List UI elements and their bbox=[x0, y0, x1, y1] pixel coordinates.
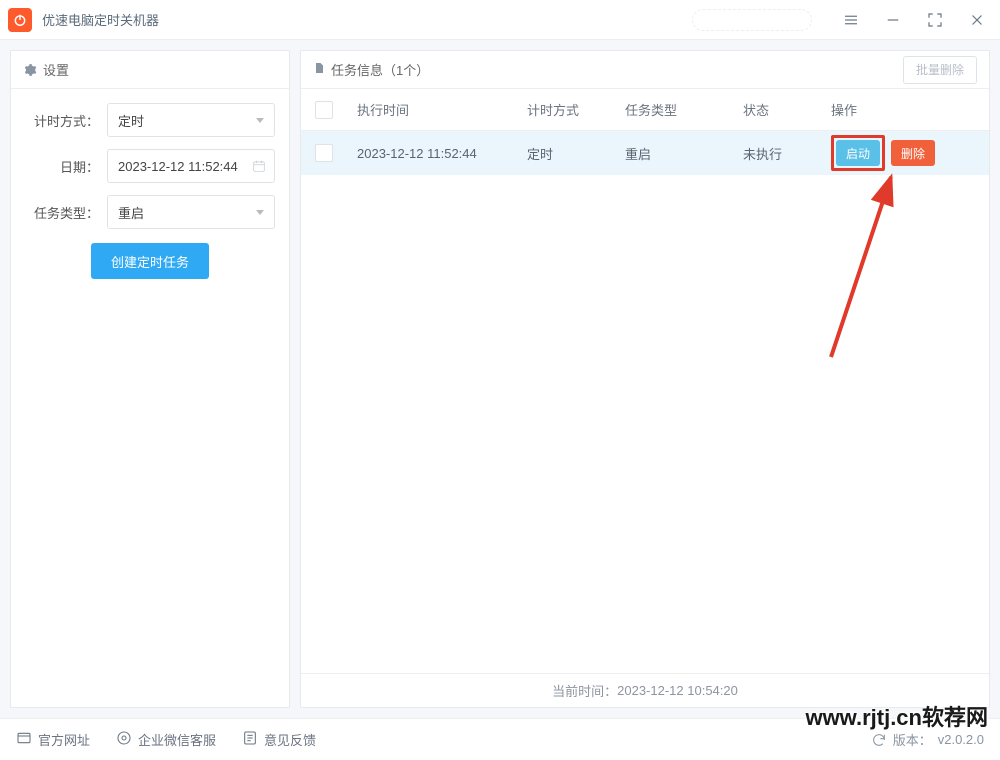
menu-icon[interactable] bbox=[842, 11, 860, 29]
refresh-icon bbox=[871, 732, 887, 748]
delete-button[interactable]: 删除 bbox=[891, 140, 935, 166]
titlebar: 优速电脑定时关机器 bbox=[0, 0, 1000, 40]
close-icon[interactable] bbox=[968, 11, 986, 29]
date-value: 2023-12-12 11:52:44 bbox=[118, 159, 238, 174]
method-label: 计时方式： bbox=[25, 111, 99, 130]
row-checkbox[interactable] bbox=[315, 144, 333, 162]
type-label: 任务类型： bbox=[25, 203, 99, 222]
main-area: 设置 计时方式： 定时 日期： 2023-12-12 11:52:44 bbox=[0, 40, 1000, 718]
version-value: v2.0.2.0 bbox=[938, 732, 984, 747]
globe-icon bbox=[16, 730, 32, 749]
type-select[interactable]: 重启 bbox=[107, 195, 275, 229]
settings-form: 计时方式： 定时 日期： 2023-12-12 11:52:44 任务 bbox=[11, 89, 289, 289]
titlebar-decor bbox=[572, 9, 672, 31]
current-time-label: 当前时间： bbox=[552, 681, 617, 700]
settings-panel: 设置 计时方式： 定时 日期： 2023-12-12 11:52:44 bbox=[10, 50, 290, 708]
calendar-icon bbox=[252, 159, 266, 173]
batch-delete-button[interactable]: 批量删除 bbox=[903, 56, 977, 84]
row-status: 未执行 bbox=[743, 144, 831, 163]
method-select[interactable]: 定时 bbox=[107, 103, 275, 137]
method-value: 定时 bbox=[118, 111, 144, 130]
table-body: 2023-12-12 11:52:44 定时 重启 未执行 启动 删除 bbox=[301, 131, 989, 673]
table-row: 2023-12-12 11:52:44 定时 重启 未执行 启动 删除 bbox=[301, 131, 989, 175]
col-status: 状态 bbox=[743, 100, 831, 119]
app-window: 优速电脑定时关机器 设置 计时方式： 定时 bbox=[0, 0, 1000, 760]
annotation-highlight: 启动 bbox=[831, 135, 885, 171]
official-site-link[interactable]: 官方网址 bbox=[16, 730, 90, 749]
gear-icon bbox=[23, 63, 37, 77]
titlebar-decor2 bbox=[692, 9, 812, 31]
create-task-button[interactable]: 创建定时任务 bbox=[91, 243, 209, 279]
document-icon bbox=[313, 61, 325, 78]
date-input[interactable]: 2023-12-12 11:52:44 bbox=[107, 149, 275, 183]
wechat-support-label: 企业微信客服 bbox=[138, 730, 216, 749]
feedback-label: 意见反馈 bbox=[264, 730, 316, 749]
current-time-value: 2023-12-12 10:54:20 bbox=[617, 683, 738, 698]
col-time: 执行时间 bbox=[357, 100, 527, 119]
table-header: 执行时间 计时方式 任务类型 状态 操作 bbox=[301, 89, 989, 131]
annotation-arrow-icon bbox=[821, 167, 921, 370]
row-type: 重启 bbox=[625, 144, 743, 163]
task-panel: 任务信息（1个） 批量删除 执行时间 计时方式 任务类型 状态 操作 2023-… bbox=[300, 50, 990, 708]
row-method: 定时 bbox=[527, 144, 625, 163]
type-value: 重启 bbox=[118, 203, 144, 222]
task-panel-header: 任务信息（1个） 批量删除 bbox=[301, 51, 989, 89]
fullscreen-icon[interactable] bbox=[926, 11, 944, 29]
col-type: 任务类型 bbox=[625, 100, 743, 119]
current-time-bar: 当前时间： 2023-12-12 10:54:20 bbox=[301, 673, 989, 707]
wechat-support-link[interactable]: 企业微信客服 bbox=[116, 730, 216, 749]
version-label: 版本： bbox=[893, 730, 932, 749]
col-method: 计时方式 bbox=[527, 100, 625, 119]
date-label: 日期： bbox=[25, 157, 99, 176]
app-title: 优速电脑定时关机器 bbox=[42, 10, 159, 29]
app-logo-icon bbox=[8, 8, 32, 32]
version-info: 版本： v2.0.2.0 bbox=[871, 730, 984, 749]
support-icon bbox=[116, 730, 132, 749]
official-site-label: 官方网址 bbox=[38, 730, 90, 749]
start-button[interactable]: 启动 bbox=[836, 140, 880, 166]
feedback-icon bbox=[242, 730, 258, 749]
col-ops: 操作 bbox=[831, 100, 941, 119]
row-time: 2023-12-12 11:52:44 bbox=[357, 146, 527, 161]
select-all-checkbox[interactable] bbox=[315, 101, 333, 119]
minimize-icon[interactable] bbox=[884, 11, 902, 29]
task-panel-title: 任务信息（1个） bbox=[331, 60, 429, 79]
settings-header: 设置 bbox=[11, 51, 289, 89]
footer: 官方网址 企业微信客服 意见反馈 版本： v2.0.2.0 bbox=[0, 718, 1000, 760]
feedback-link[interactable]: 意见反馈 bbox=[242, 730, 316, 749]
settings-title: 设置 bbox=[43, 60, 69, 79]
